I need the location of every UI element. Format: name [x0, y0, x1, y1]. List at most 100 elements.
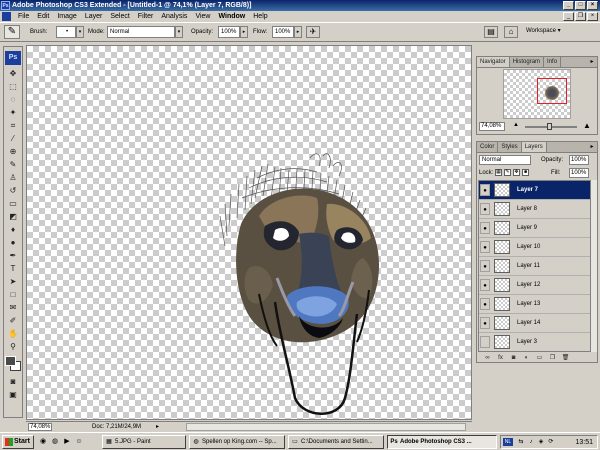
layer-mask-icon[interactable]: ◙: [509, 354, 518, 363]
ps-logo[interactable]: Ps: [5, 51, 21, 65]
visibility-eye-icon[interactable]: ●: [480, 317, 490, 329]
menu-file[interactable]: File: [14, 11, 33, 22]
visibility-eye-icon[interactable]: ●: [480, 260, 490, 272]
layer-style-icon[interactable]: fx: [496, 354, 505, 363]
document-icon[interactable]: [2, 12, 11, 21]
layer-row[interactable]: ● Layer 11: [479, 257, 590, 276]
layer-row[interactable]: ● Layer 13: [479, 295, 590, 314]
lasso-tool-icon[interactable]: ◌: [5, 94, 21, 105]
lock-position-icon[interactable]: ✥: [513, 169, 520, 176]
type-tool-icon[interactable]: T: [5, 263, 21, 274]
close-button[interactable]: ×: [587, 1, 598, 10]
notes-tool-icon[interactable]: ✉: [5, 302, 21, 313]
move-tool-icon[interactable]: ✥: [5, 68, 21, 79]
update-icon[interactable]: ⟳: [547, 437, 555, 447]
task-browser[interactable]: ◍ Spellen op King.com -- Sp...: [189, 435, 285, 449]
tab-navigator[interactable]: Navigator: [477, 57, 510, 67]
visibility-eye-icon[interactable]: ●: [480, 203, 490, 215]
menu-image[interactable]: Image: [53, 11, 80, 22]
airbrush-icon[interactable]: ✈: [306, 26, 320, 38]
path-selection-tool-icon[interactable]: ➤: [5, 276, 21, 287]
menu-view[interactable]: View: [191, 11, 214, 22]
lock-pixels-icon[interactable]: ✎: [504, 169, 511, 176]
document-canvas[interactable]: [26, 45, 472, 420]
task-paint[interactable]: ▦ 5.JPG - Paint: [102, 435, 186, 449]
opacity-dropdown-icon[interactable]: ▸: [240, 26, 248, 38]
crop-tool-icon[interactable]: ⌗: [5, 120, 21, 131]
menu-analysis[interactable]: Analysis: [157, 11, 191, 22]
messenger-icon[interactable]: ☺: [74, 436, 84, 447]
panel-menu-icon[interactable]: ▸: [587, 57, 597, 67]
adjustment-layer-icon[interactable]: ◐: [522, 354, 531, 363]
doc-restore-button[interactable]: ❐: [575, 12, 586, 21]
layer-row[interactable]: ● Layer 3: [479, 333, 590, 351]
foreground-color-swatch[interactable]: [5, 356, 16, 366]
layer-row[interactable]: ● Layer 7: [479, 181, 590, 200]
brush-size-picker[interactable]: •: [56, 26, 76, 38]
mode-dropdown-icon[interactable]: ▾: [175, 26, 183, 38]
history-brush-tool-icon[interactable]: ↺: [5, 185, 21, 196]
visibility-eye-icon[interactable]: ●: [480, 241, 490, 253]
tab-info[interactable]: Info: [544, 57, 562, 67]
zoom-in-icon[interactable]: ▲: [583, 121, 591, 130]
zoom-tool-icon[interactable]: ⚲: [5, 341, 21, 352]
blend-mode-select[interactable]: Normal: [479, 155, 531, 165]
horizontal-scrollbar[interactable]: [186, 423, 466, 431]
navigator-zoom-field[interactable]: 74,08%: [479, 122, 505, 131]
brush-tool-icon[interactable]: ✎: [5, 159, 21, 170]
visibility-eye-icon[interactable]: ●: [480, 222, 490, 234]
layer-row[interactable]: ● Layer 10: [479, 238, 590, 257]
menu-window[interactable]: Window: [214, 11, 249, 22]
task-photoshop[interactable]: Ps Adobe Photoshop CS3 ...: [387, 435, 497, 449]
palette-well-icon[interactable]: ▤: [484, 26, 498, 38]
opacity-input[interactable]: 100%: [218, 26, 240, 38]
eyedropper-sample-tool-icon[interactable]: ✐: [5, 315, 21, 326]
menu-help[interactable]: Help: [249, 11, 271, 22]
rectangle-tool-icon[interactable]: □: [5, 289, 21, 300]
new-layer-icon[interactable]: ❐: [548, 354, 557, 363]
clone-stamp-tool-icon[interactable]: ♙: [5, 172, 21, 183]
security-icon[interactable]: ◈: [537, 437, 545, 447]
network-icon[interactable]: ⇆: [517, 437, 525, 447]
link-layers-icon[interactable]: ∞: [483, 354, 492, 363]
magic-wand-tool-icon[interactable]: ✦: [5, 107, 21, 118]
blur-tool-icon[interactable]: ♦: [5, 224, 21, 235]
eyedropper-tool-icon[interactable]: ⁄: [5, 133, 21, 144]
zoom-level-field[interactable]: 74,08%: [28, 423, 52, 431]
flow-input[interactable]: 100%: [272, 26, 294, 38]
layer-row[interactable]: ● Layer 9: [479, 219, 590, 238]
layer-row[interactable]: ● Layer 8: [479, 200, 590, 219]
navigator-view-box[interactable]: [537, 78, 567, 104]
start-button[interactable]: Start: [2, 435, 34, 449]
workspace-menu[interactable]: Workspace ▾: [526, 27, 561, 34]
paint-bucket-tool-icon[interactable]: ◩: [5, 211, 21, 222]
layer-row[interactable]: ● Layer 12: [479, 276, 590, 295]
media-player-icon[interactable]: ▶: [62, 436, 72, 447]
new-group-icon[interactable]: ▭: [535, 354, 544, 363]
mode-select[interactable]: Normal: [107, 26, 175, 38]
tab-histogram[interactable]: Histogram: [510, 57, 545, 67]
screen-mode-icon[interactable]: ▣: [5, 389, 21, 400]
brush-dropdown-icon[interactable]: ▾: [76, 26, 84, 38]
doc-close-button[interactable]: ×: [587, 12, 598, 21]
lock-all-icon[interactable]: ■: [522, 169, 529, 176]
visibility-eye-icon[interactable]: ●: [480, 298, 490, 310]
healing-brush-tool-icon[interactable]: ⊕: [5, 146, 21, 157]
pen-tool-icon[interactable]: ✒: [5, 250, 21, 261]
layer-opacity-input[interactable]: 100%: [569, 155, 589, 165]
flow-dropdown-icon[interactable]: ▸: [294, 26, 302, 38]
bridge-icon[interactable]: ⌂: [504, 26, 518, 38]
tab-layers[interactable]: Layers: [521, 142, 547, 152]
zoom-out-icon[interactable]: ▲: [513, 122, 519, 128]
quick-mask-icon[interactable]: ◙: [5, 376, 21, 387]
layer-row[interactable]: ● Layer 14: [479, 314, 590, 333]
layers-panel-menu-icon[interactable]: ▸: [587, 142, 597, 152]
tab-styles[interactable]: Styles: [498, 142, 522, 152]
menu-filter[interactable]: Filter: [134, 11, 158, 22]
maximize-button[interactable]: □: [575, 1, 586, 10]
volume-icon[interactable]: ♪: [527, 437, 535, 447]
doc-minimize-button[interactable]: _: [563, 12, 574, 21]
dodge-tool-icon[interactable]: ●: [5, 237, 21, 248]
firefox-icon[interactable]: ◍: [50, 436, 60, 447]
browser-icon[interactable]: ◉: [38, 436, 48, 447]
